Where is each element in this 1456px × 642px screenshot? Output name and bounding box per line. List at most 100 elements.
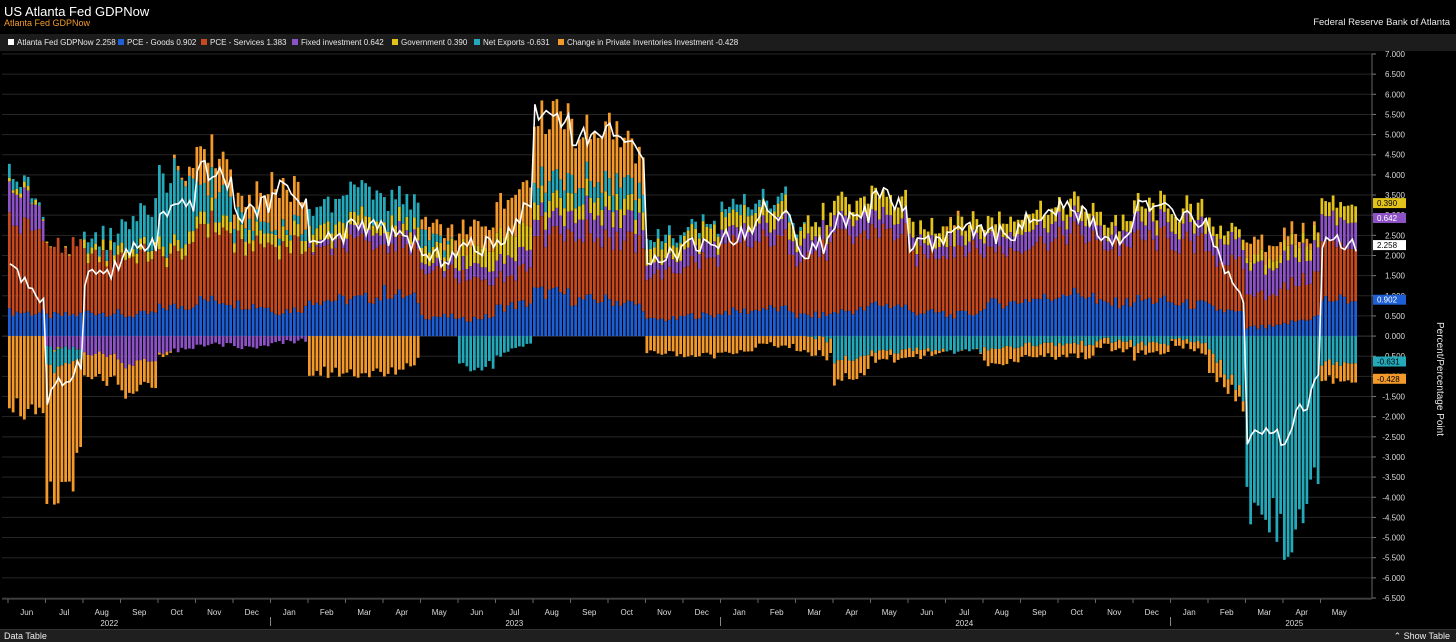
- bar-segment: [203, 211, 206, 225]
- bar-segment: [8, 336, 11, 409]
- x-tick-label: Aug: [995, 608, 1009, 617]
- bar-segment: [113, 336, 116, 354]
- legend-item-government[interactable]: Government 0.390: [392, 38, 467, 47]
- bar-segment: [1200, 233, 1204, 301]
- bar-segment: [109, 249, 112, 316]
- bar-segment: [1174, 339, 1177, 346]
- bar-segment: [874, 336, 877, 353]
- bar-segment: [896, 207, 900, 225]
- bar-segment: [41, 216, 45, 220]
- bar-segment: [349, 181, 352, 212]
- legend-item-gdpnow[interactable]: Atlanta Fed GDPNow 2.258: [8, 38, 116, 47]
- legend-item-net-exports[interactable]: Net Exports -0.631: [474, 38, 550, 47]
- bar-segment: [803, 222, 806, 224]
- bar-segment: [120, 242, 124, 253]
- bar-segment: [686, 336, 690, 357]
- legend-item-fixed-investment[interactable]: Fixed investment 0.642: [292, 38, 384, 47]
- bar-segment: [840, 309, 844, 337]
- bar-segment: [416, 303, 420, 337]
- bar-segment: [1043, 293, 1046, 337]
- y-tick-label: 0.000: [1385, 332, 1406, 341]
- bar-segment: [1106, 336, 1110, 338]
- bar-segment: [259, 306, 262, 337]
- bar-segment: [1121, 214, 1125, 231]
- bar-segment: [660, 264, 664, 280]
- legend-item-pce-services[interactable]: PCE - Services 1.383: [201, 38, 286, 47]
- bar-segment: [608, 178, 611, 196]
- bar-segment: [885, 350, 889, 360]
- bar-segment: [499, 271, 502, 305]
- bar-segment: [1140, 336, 1144, 342]
- bar-segment: [923, 229, 926, 244]
- bar-segment: [1290, 277, 1294, 321]
- bar-segment: [263, 307, 266, 337]
- bar-segment: [128, 229, 131, 252]
- bar-segment: [930, 245, 934, 310]
- bar-segment: [338, 294, 341, 337]
- bar-segment: [1331, 240, 1335, 302]
- bar-segment: [68, 349, 71, 364]
- bar-segment: [488, 318, 491, 337]
- bar-segment: [1170, 250, 1174, 303]
- stacked-bar-chart[interactable]: 7.0006.5006.0005.5005.0004.5004.0003.500…: [0, 51, 1456, 629]
- bar-segment: [1046, 214, 1050, 233]
- bar-segment: [90, 238, 94, 248]
- bar-segment: [750, 336, 754, 352]
- bar-segment: [836, 360, 840, 380]
- bar-segment: [368, 241, 371, 303]
- bar-segment: [690, 336, 694, 356]
- data-table-label[interactable]: Data Table: [4, 631, 47, 641]
- bar-segment: [533, 183, 536, 203]
- bar-segment: [173, 158, 176, 235]
- bar-segment: [506, 305, 510, 337]
- bar-segment: [1020, 234, 1024, 254]
- bar-segment: [1050, 342, 1054, 357]
- x-tick-label: Jun: [20, 608, 33, 617]
- bar-segment: [1331, 210, 1335, 241]
- bar-segment: [15, 194, 19, 226]
- bar-segment: [1256, 328, 1260, 337]
- bar-segment: [274, 314, 277, 337]
- bar-segment: [1005, 256, 1009, 306]
- bar-segment: [75, 349, 79, 360]
- bar-segment: [1058, 226, 1061, 298]
- bar-segment: [1118, 339, 1121, 349]
- bar-segment: [968, 336, 971, 352]
- bar-segment: [1238, 336, 1241, 386]
- bar-segment: [589, 181, 592, 198]
- bar-segment: [1189, 221, 1192, 241]
- bar-segment: [1260, 234, 1264, 250]
- bar-segment: [23, 312, 26, 337]
- bar-segment: [1016, 303, 1020, 337]
- bar-segment: [896, 224, 900, 239]
- bar-segment: [780, 235, 784, 306]
- bar-segment: [683, 267, 686, 317]
- bar-segment: [855, 358, 859, 380]
- bar-segment: [450, 237, 454, 239]
- bar-segment: [724, 311, 727, 337]
- bar-segment: [255, 308, 259, 337]
- bar-segment: [694, 221, 697, 229]
- bar-segment: [1354, 249, 1357, 302]
- bar-segment: [416, 227, 420, 241]
- bar-segment: [769, 246, 772, 306]
- bar-segment: [919, 336, 922, 350]
- bar-segment: [221, 303, 225, 337]
- bar-segment: [150, 311, 154, 337]
- bar-segment: [919, 246, 922, 314]
- legend-item-inventories[interactable]: Change in Private Inventories Investment…: [558, 38, 738, 47]
- x-tick-label: Apr: [846, 608, 859, 617]
- bar-segment: [206, 223, 210, 238]
- bar-segment: [98, 313, 101, 337]
- x-tick-label: Feb: [770, 608, 784, 617]
- bar-segment: [304, 229, 307, 241]
- bar-segment: [833, 200, 836, 216]
- bar-segment: [540, 166, 544, 186]
- show-table-button[interactable]: ⌃ Show Table: [1394, 631, 1450, 642]
- legend-item-pce-goods[interactable]: PCE - Goods 0.902: [118, 38, 196, 47]
- bar-segment: [1200, 198, 1204, 217]
- bar-segment: [304, 336, 307, 342]
- bar-segment: [368, 186, 371, 218]
- bar-segment: [938, 246, 941, 260]
- bar-segment: [270, 311, 274, 337]
